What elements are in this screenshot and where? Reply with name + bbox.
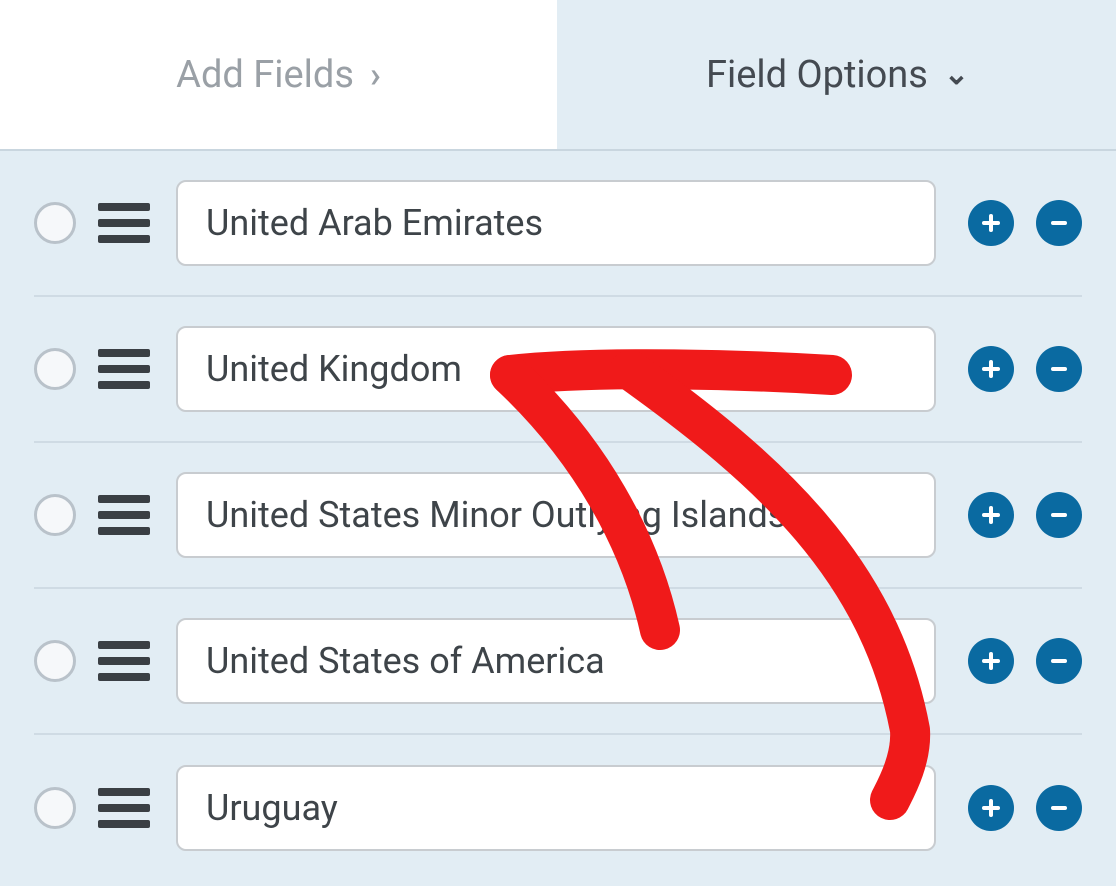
drag-handle-icon[interactable] bbox=[98, 635, 150, 687]
add-choice-button[interactable] bbox=[968, 492, 1014, 538]
add-choice-button[interactable] bbox=[968, 200, 1014, 246]
remove-choice-button[interactable] bbox=[1036, 492, 1082, 538]
remove-choice-button[interactable] bbox=[1036, 200, 1082, 246]
drag-handle-icon[interactable] bbox=[98, 197, 150, 249]
tab-field-options[interactable]: Field Options ⌄ bbox=[559, 0, 1116, 149]
choice-row bbox=[34, 735, 1082, 881]
tab-field-options-label: Field Options bbox=[706, 53, 928, 97]
choice-label-input[interactable] bbox=[176, 472, 936, 558]
builder-tabs: Add Fields › Field Options ⌄ bbox=[0, 0, 1116, 151]
choice-row bbox=[34, 151, 1082, 297]
chevron-down-icon: ⌄ bbox=[944, 57, 969, 92]
choices-list bbox=[0, 151, 1116, 881]
chevron-right-icon: › bbox=[370, 54, 381, 96]
choice-row bbox=[34, 443, 1082, 589]
choice-radio[interactable] bbox=[34, 494, 76, 536]
drag-handle-icon[interactable] bbox=[98, 489, 150, 541]
remove-choice-button[interactable] bbox=[1036, 346, 1082, 392]
choice-row bbox=[34, 297, 1082, 443]
choice-row bbox=[34, 589, 1082, 735]
choice-radio[interactable] bbox=[34, 202, 76, 244]
add-choice-button[interactable] bbox=[968, 638, 1014, 684]
drag-handle-icon[interactable] bbox=[98, 782, 150, 834]
choice-label-input[interactable] bbox=[176, 326, 936, 412]
choice-label-input[interactable] bbox=[176, 765, 936, 851]
add-choice-button[interactable] bbox=[968, 346, 1014, 392]
choice-label-input[interactable] bbox=[176, 618, 936, 704]
choice-radio[interactable] bbox=[34, 640, 76, 682]
remove-choice-button[interactable] bbox=[1036, 638, 1082, 684]
tab-add-fields-label: Add Fields bbox=[176, 53, 354, 97]
choice-radio[interactable] bbox=[34, 787, 76, 829]
tab-add-fields[interactable]: Add Fields › bbox=[0, 0, 559, 149]
choice-label-input[interactable] bbox=[176, 180, 936, 266]
add-choice-button[interactable] bbox=[968, 785, 1014, 831]
choice-radio[interactable] bbox=[34, 348, 76, 390]
drag-handle-icon[interactable] bbox=[98, 343, 150, 395]
remove-choice-button[interactable] bbox=[1036, 785, 1082, 831]
